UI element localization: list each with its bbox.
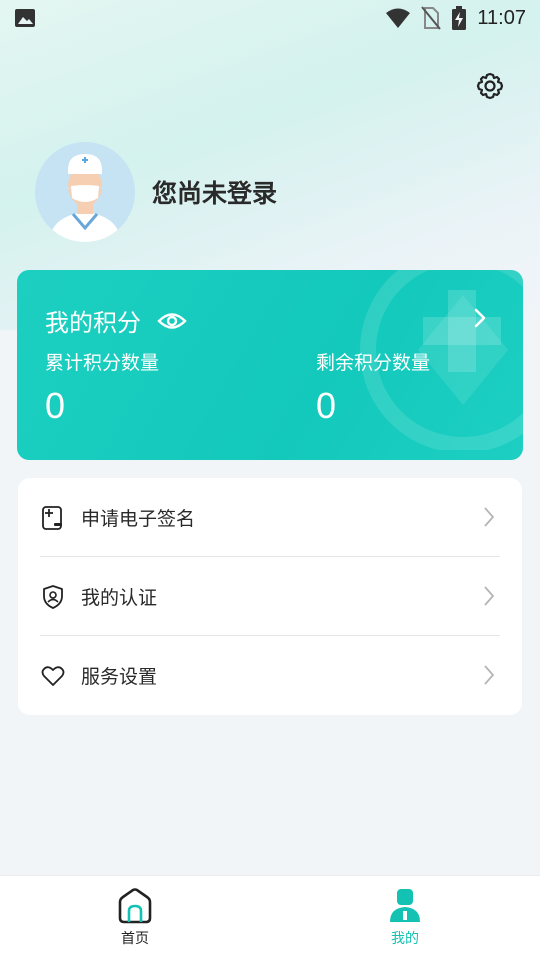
status-bar: 11:07 <box>0 0 540 36</box>
menu-item-e-signature[interactable]: 申请电子签名 <box>18 478 522 557</box>
chevron-right-icon <box>484 586 495 606</box>
menu-item-label: 我的认证 <box>81 587 158 609</box>
battery-charging-icon <box>452 6 467 30</box>
wifi-icon <box>386 8 411 28</box>
gear-icon <box>476 72 504 100</box>
doctor-avatar-icon <box>35 142 135 242</box>
heart-icon <box>41 665 65 686</box>
tab-mine-label: 我的 <box>391 931 419 947</box>
points-title: 我的积分 <box>45 303 187 338</box>
settings-button[interactable] <box>474 70 506 102</box>
chevron-right-icon[interactable] <box>469 306 491 330</box>
home-icon <box>118 888 152 924</box>
total-points-value: 0 <box>45 385 66 426</box>
eye-icon[interactable] <box>157 310 187 332</box>
total-points-label: 累计积分数量 <box>45 352 160 374</box>
status-time: 11:07 <box>477 6 526 29</box>
login-status-text[interactable]: 您尚未登录 <box>152 174 277 210</box>
remaining-points-value: 0 <box>316 385 337 426</box>
menu-card: 申请电子签名 我的认证 服务设置 <box>18 478 522 715</box>
tab-home-label: 首页 <box>121 931 149 947</box>
avatar[interactable] <box>35 142 135 242</box>
chevron-right-icon <box>484 665 495 685</box>
bottom-tab-bar: 首页 我的 <box>0 875 540 960</box>
total-points: 累计积分数量 0 <box>45 348 159 427</box>
remaining-points: 剩余积分数量 0 <box>316 348 430 427</box>
points-card[interactable]: 我的积分 累计积分数量 0 剩余积分数量 0 <box>17 270 523 460</box>
menu-item-label: 申请电子签名 <box>81 508 196 530</box>
menu-item-label: 服务设置 <box>81 666 158 688</box>
tab-home[interactable]: 首页 <box>85 888 185 948</box>
image-icon <box>15 9 35 27</box>
menu-item-service-settings[interactable]: 服务设置 <box>18 636 522 715</box>
points-title-text: 我的积分 <box>45 309 141 337</box>
remaining-points-label: 剩余积分数量 <box>316 352 431 374</box>
no-sim-icon <box>421 6 442 30</box>
tab-mine[interactable]: 我的 <box>355 888 455 948</box>
person-icon <box>390 889 420 922</box>
phone-plus-icon <box>42 505 62 530</box>
shield-user-icon <box>43 584 63 609</box>
chevron-right-icon <box>484 507 495 527</box>
menu-item-certification[interactable]: 我的认证 <box>18 557 522 636</box>
profile-section[interactable]: 您尚未登录 <box>35 142 277 242</box>
